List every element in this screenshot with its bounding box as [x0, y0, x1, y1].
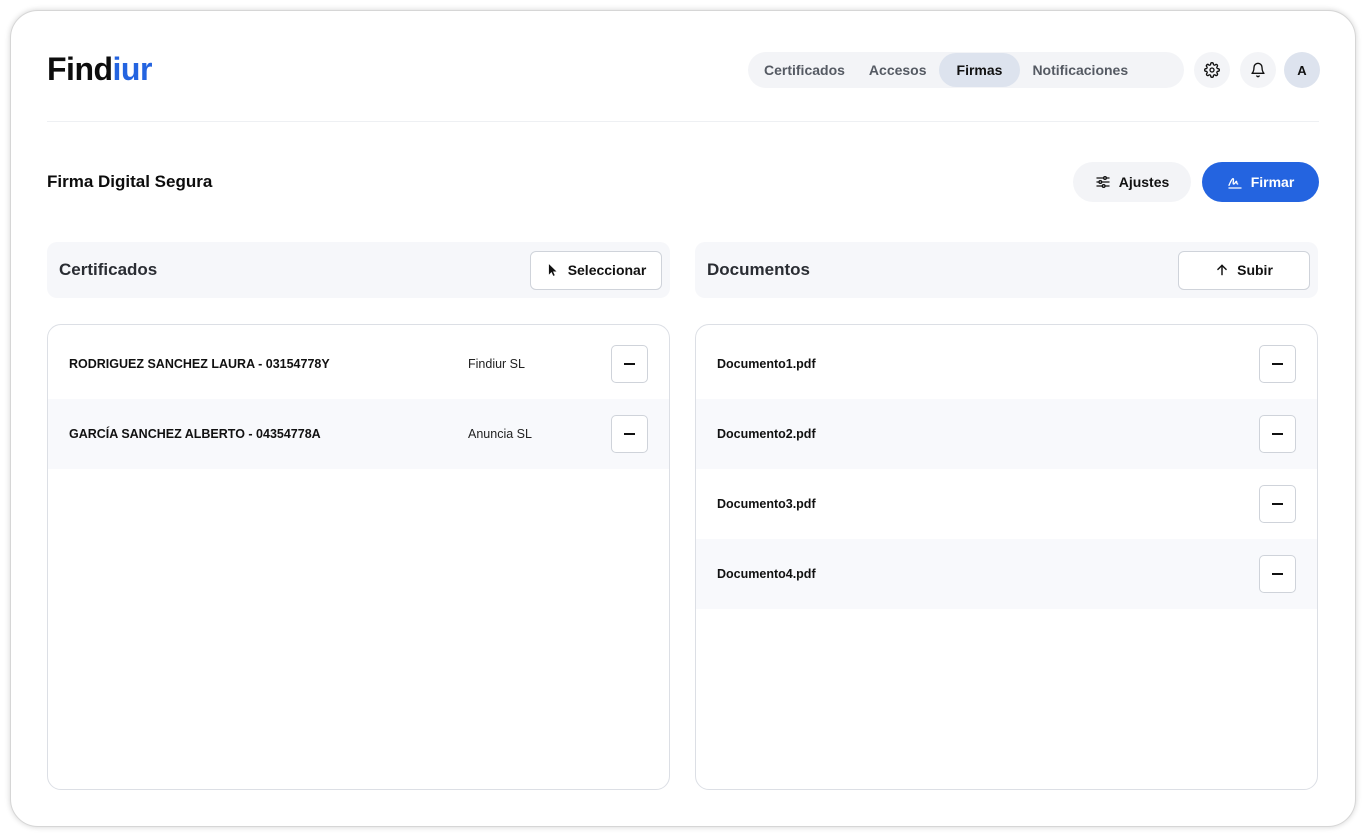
minus-icon [1272, 433, 1283, 435]
tab-certificados[interactable]: Certificados [752, 53, 857, 87]
document-name: Documento3.pdf [717, 497, 816, 511]
ajustes-label: Ajustes [1118, 174, 1170, 190]
document-row: Documento4.pdf [696, 539, 1317, 609]
select-label: Seleccionar [567, 262, 647, 278]
remove-certificate-button[interactable] [611, 345, 648, 383]
remove-document-button[interactable] [1259, 345, 1296, 383]
cursor-icon [548, 264, 557, 276]
certificates-title: Certificados [59, 260, 158, 279]
certificate-company: Findiur SL [468, 357, 525, 371]
documents-list: Documento1.pdf Documento2.pdf Documento3… [695, 324, 1318, 790]
document-name: Documento4.pdf [717, 567, 816, 581]
remove-document-button[interactable] [1259, 485, 1296, 523]
arrow-up-icon [1217, 264, 1227, 276]
tab-firmas[interactable]: Firmas [938, 53, 1021, 87]
page-title: Firma Digital Segura [47, 172, 213, 191]
remove-certificate-button[interactable] [611, 415, 648, 453]
certificate-row: GARCÍA SANCHEZ ALBERTO - 04354778A Anunc… [48, 399, 669, 469]
certificate-name: GARCÍA SANCHEZ ALBERTO - 04354778A [69, 427, 321, 441]
header-divider [47, 121, 1319, 122]
tab-notificaciones[interactable]: Notificaciones [1020, 53, 1140, 87]
certificates-header: Certificados Seleccionar [47, 242, 670, 298]
user-avatar[interactable]: A [1284, 52, 1320, 88]
minus-icon [1272, 503, 1283, 505]
certificates-list: RODRIGUEZ SANCHEZ LAURA - 03154778Y Find… [47, 324, 670, 790]
certificate-name: RODRIGUEZ SANCHEZ LAURA - 03154778Y [69, 357, 330, 371]
document-row: Documento1.pdf [696, 329, 1317, 399]
settings-button[interactable] [1194, 52, 1230, 88]
bell-icon [1251, 62, 1265, 78]
remove-document-button[interactable] [1259, 555, 1296, 593]
signature-icon [1228, 178, 1242, 189]
firmar-label: Firmar [1250, 174, 1295, 190]
documents-title: Documentos [707, 260, 810, 279]
document-row: Documento3.pdf [696, 469, 1317, 539]
minus-icon [1272, 363, 1283, 365]
gear-icon [1204, 62, 1220, 78]
minus-icon [1272, 573, 1283, 575]
document-name: Documento2.pdf [717, 427, 816, 441]
minus-icon [624, 363, 635, 365]
document-row: Documento2.pdf [696, 399, 1317, 469]
upload-document-button[interactable]: Subir [1178, 250, 1310, 290]
app-window: Findiur Certificados Accesos Firmas Noti… [10, 10, 1356, 827]
certificate-row: RODRIGUEZ SANCHEZ LAURA - 03154778Y Find… [48, 329, 669, 399]
document-name: Documento1.pdf [717, 357, 816, 371]
upload-label: Subir [1237, 262, 1273, 278]
tab-accesos[interactable]: Accesos [857, 53, 939, 87]
logo-text-main: Find [47, 51, 113, 87]
remove-document-button[interactable] [1259, 415, 1296, 453]
certificate-company: Anuncia SL [468, 427, 532, 441]
logo-text-accent: iur [112, 51, 153, 87]
select-certificate-button[interactable]: Seleccionar [530, 250, 662, 290]
sliders-icon [1096, 176, 1110, 188]
notifications-button[interactable] [1240, 52, 1276, 88]
ajustes-button[interactable]: Ajustes [1073, 162, 1191, 202]
findiur-logo[interactable]: Findiur [47, 51, 152, 88]
firmar-button[interactable]: Firmar [1202, 162, 1319, 202]
minus-icon [624, 433, 635, 435]
main-nav: Certificados Accesos Firmas Notificacion… [748, 52, 1184, 88]
documents-header: Documentos Subir [695, 242, 1318, 298]
